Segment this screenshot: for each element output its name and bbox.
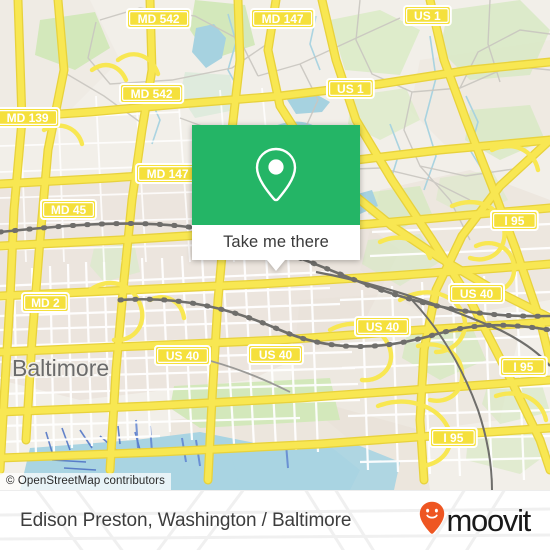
take-me-there-label: Take me there (223, 233, 329, 251)
road-shield-label: I 95 (513, 360, 533, 374)
road-shield-label: MD 542 (131, 87, 173, 101)
road-shield: US 40 (247, 344, 304, 365)
moovit-brand[interactable]: moovit (419, 501, 531, 540)
road-shield-label: US 40 (259, 348, 293, 362)
road-shield: I 95 (429, 427, 478, 448)
road-shield-label: US 40 (366, 320, 400, 334)
road-shield: MD 45 (40, 199, 97, 220)
road-shield-label: MD 542 (138, 12, 180, 26)
place-title: Edison Preston, Washington / Baltimore (20, 509, 352, 531)
page-footer: Edison Preston, Washington / Baltimore m… (0, 490, 550, 550)
road-shield-label: I 95 (443, 431, 463, 445)
road-shield: MD 139 (0, 107, 61, 128)
osm-attribution[interactable]: © OpenStreetMap contributors (0, 473, 171, 490)
road-shield: US 40 (448, 283, 505, 304)
location-pin-icon (253, 146, 299, 204)
road-shield: I 95 (499, 356, 548, 377)
road-shield: US 1 (326, 78, 375, 99)
road-shield-label: US 40 (166, 349, 200, 363)
city-label-layer: Baltimore (11, 354, 111, 383)
road-shield-label: MD 2 (31, 296, 60, 310)
road-shield-label: US 1 (337, 82, 364, 96)
road-shield-label: MD 147 (147, 167, 189, 181)
moovit-wordmark: moovit (446, 503, 531, 538)
road-shield-label: I 95 (504, 214, 524, 228)
moovit-pin-smiley-icon (419, 501, 445, 540)
road-shield-label: MD 45 (51, 203, 87, 217)
road-shield-label: MD 147 (262, 12, 304, 26)
road-shield: US 1 (403, 5, 452, 26)
road-shield: MD 542 (119, 83, 185, 104)
road-shield: MD 147 (250, 8, 316, 29)
card-pointer-tail (267, 260, 285, 271)
card-footer[interactable]: Take me there (192, 225, 360, 271)
take-me-there-card[interactable]: Take me there (192, 125, 360, 271)
road-shield: I 95 (490, 210, 539, 231)
card-header (192, 125, 360, 225)
road-shield: US 40 (354, 316, 411, 337)
road-shield-label: US 40 (460, 287, 494, 301)
road-shield: US 40 (154, 345, 211, 366)
city-label: Baltimore (12, 355, 109, 381)
road-shield-label: US 1 (414, 9, 441, 23)
road-shield: MD 542 (126, 8, 192, 29)
app-screen: MD 542 MD 147 US 1 MD 542 US 1 MD 139 MD 147 MD… (0, 0, 550, 550)
road-shield: MD 2 (21, 292, 70, 313)
road-shield-label: MD 139 (7, 111, 49, 125)
road-shield: MD 147 (135, 163, 201, 184)
